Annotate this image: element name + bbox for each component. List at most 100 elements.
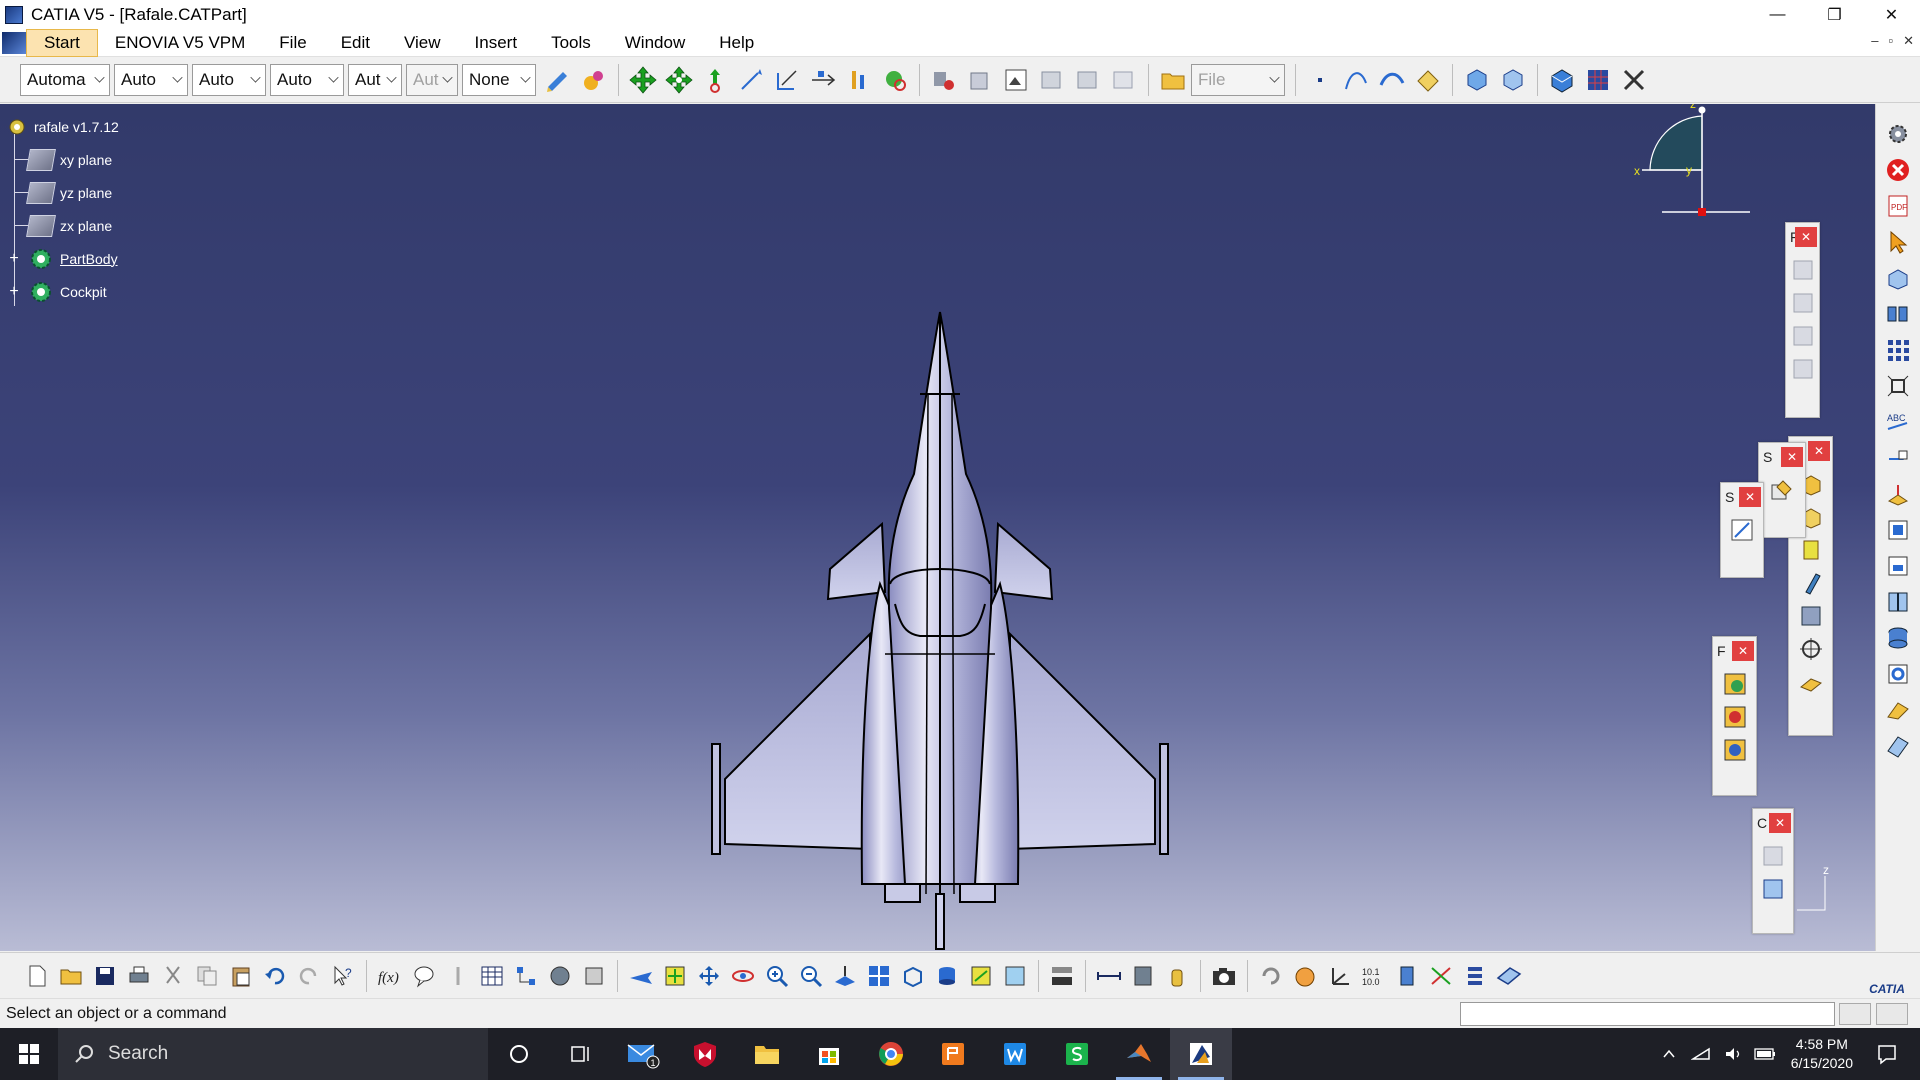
close-button[interactable]: ✕	[1863, 0, 1920, 29]
view-front-icon[interactable]	[1883, 515, 1913, 545]
undo-icon[interactable]	[260, 961, 290, 991]
menu-start[interactable]: Start	[26, 28, 98, 57]
fillet-icon[interactable]	[1797, 668, 1825, 696]
taskbar-chrome[interactable]	[860, 1028, 922, 1080]
cut-icon[interactable]	[158, 961, 188, 991]
zoom-out-icon[interactable]	[796, 961, 826, 991]
knowledge-icon-1[interactable]	[1037, 65, 1067, 95]
constraint-display-icon[interactable]	[1426, 961, 1456, 991]
redo-icon[interactable]	[294, 961, 324, 991]
taskbar-mail[interactable]: 1	[612, 1028, 674, 1080]
normal-view-icon[interactable]	[830, 961, 860, 991]
close-icon[interactable]: ✕	[1769, 813, 1791, 833]
taskbar-writer[interactable]	[984, 1028, 1046, 1080]
point-type-combo[interactable]: Aut	[348, 64, 402, 96]
wifi-icon[interactable]	[1688, 1041, 1714, 1067]
restore-button[interactable]: ❐	[1806, 0, 1863, 29]
taskbar-search-box[interactable]: Search	[58, 1028, 488, 1080]
pan-move-icon[interactable]	[628, 65, 658, 95]
sketcher-axis-icon[interactable]	[844, 65, 874, 95]
task-view-button[interactable]	[550, 1028, 612, 1080]
doc-restore-button[interactable]: ▫	[1888, 33, 1893, 49]
menu-edit[interactable]: Edit	[324, 29, 387, 57]
taskbar-matlab[interactable]	[1108, 1028, 1170, 1080]
taskbar-presentation[interactable]	[922, 1028, 984, 1080]
assembly-icon[interactable]	[1498, 65, 1528, 95]
layer-stack-icon[interactable]	[1460, 961, 1490, 991]
select-cursor-icon[interactable]	[1883, 227, 1913, 257]
constraint-icon[interactable]	[1759, 875, 1787, 903]
annotation-icon[interactable]: ABC	[1883, 407, 1913, 437]
knowledge-advisor-icon[interactable]	[545, 961, 575, 991]
chevron-up-icon[interactable]	[1656, 1041, 1682, 1067]
notification-icon[interactable]	[1874, 1041, 1900, 1067]
swap-space-icon[interactable]	[1000, 961, 1030, 991]
close-icon[interactable]: ✕	[1732, 641, 1754, 661]
iso-view-icon[interactable]	[898, 961, 928, 991]
tree-item-xy-plane[interactable]: xy plane	[6, 143, 119, 176]
doc-minimize-button[interactable]: –	[1871, 33, 1878, 49]
tools-icon[interactable]	[1619, 65, 1649, 95]
fly-mode-icon[interactable]	[626, 961, 656, 991]
cortana-button[interactable]	[488, 1028, 550, 1080]
whats-this-icon[interactable]: ?	[328, 961, 358, 991]
part-design-icon[interactable]	[1462, 65, 1492, 95]
rafale-aircraft-model[interactable]	[700, 204, 1180, 951]
point-icon[interactable]	[1305, 65, 1335, 95]
menu-view[interactable]: View	[387, 29, 458, 57]
battery-icon[interactable]	[1752, 1041, 1778, 1067]
pad-tool-icon[interactable]	[1883, 263, 1913, 293]
sketch-plane-icon[interactable]	[1494, 961, 1524, 991]
apply-material-icon[interactable]	[880, 65, 910, 95]
open-folder-icon[interactable]	[1158, 65, 1188, 95]
measure-between-icon[interactable]	[736, 65, 766, 95]
power-input-field[interactable]	[1460, 1002, 1835, 1026]
menu-tools[interactable]: Tools	[534, 29, 608, 57]
cylinder-tool-icon[interactable]	[1392, 961, 1422, 991]
line-thickness-combo[interactable]: Auto	[192, 64, 266, 96]
print-icon[interactable]	[124, 961, 154, 991]
rotate-icon[interactable]	[728, 961, 758, 991]
comment-icon[interactable]	[409, 961, 439, 991]
painter-icon[interactable]	[543, 65, 573, 95]
knowledge-icon-2[interactable]	[1073, 65, 1103, 95]
surface-icon[interactable]	[1377, 65, 1407, 95]
zoom-in-icon[interactable]	[762, 961, 792, 991]
analysis-icon[interactable]	[965, 65, 995, 95]
color-combo[interactable]: Automa	[20, 64, 110, 96]
snap-icon[interactable]	[700, 65, 730, 95]
measure-item-icon[interactable]	[1128, 961, 1158, 991]
draft-icon[interactable]	[1883, 479, 1913, 509]
minimize-button[interactable]: —	[1749, 0, 1806, 29]
boolean-icon-2[interactable]	[1721, 703, 1749, 731]
catia-logo-icon[interactable]	[2, 31, 26, 54]
status-button-2[interactable]	[1876, 1003, 1908, 1025]
menu-insert[interactable]: Insert	[458, 29, 535, 57]
scale-icon[interactable]	[1883, 371, 1913, 401]
doc-close-button[interactable]: ✕	[1903, 33, 1914, 49]
3d-viewport[interactable]: rafale v1.7.12 xy plane yz plane zx plan…	[0, 104, 1875, 951]
surface-sweep-icon[interactable]	[1883, 695, 1913, 725]
multi-pad-icon[interactable]	[1883, 299, 1913, 329]
status-button-1[interactable]	[1839, 1003, 1871, 1025]
compass-widget[interactable]: z x y	[1620, 104, 1760, 230]
close-icon[interactable]: ✕	[1781, 447, 1803, 467]
camera-icon[interactable]	[1209, 961, 1239, 991]
tree-item-yz-plane[interactable]: yz plane	[6, 176, 119, 209]
plane-icon[interactable]	[1413, 65, 1443, 95]
mass-icon[interactable]	[1162, 961, 1192, 991]
boolean-icon-3[interactable]	[1721, 736, 1749, 764]
cylinder-icon[interactable]	[1883, 623, 1913, 653]
rotate-move-icon[interactable]	[664, 65, 694, 95]
copy-icon[interactable]	[192, 961, 222, 991]
table-icon[interactable]	[477, 961, 507, 991]
thickness-icon[interactable]	[1883, 731, 1913, 761]
hand-icon[interactable]	[1290, 961, 1320, 991]
exit-workbench-icon[interactable]	[1883, 155, 1913, 185]
expand-plus-icon[interactable]: +	[8, 283, 20, 299]
tree-item-cockpit[interactable]: + Cockpit	[6, 275, 119, 308]
shaft-icon[interactable]	[1797, 536, 1825, 564]
ring-icon[interactable]	[1883, 659, 1913, 689]
measure-inertia-icon[interactable]	[808, 65, 838, 95]
knowledge-icon-3[interactable]	[1109, 65, 1139, 95]
